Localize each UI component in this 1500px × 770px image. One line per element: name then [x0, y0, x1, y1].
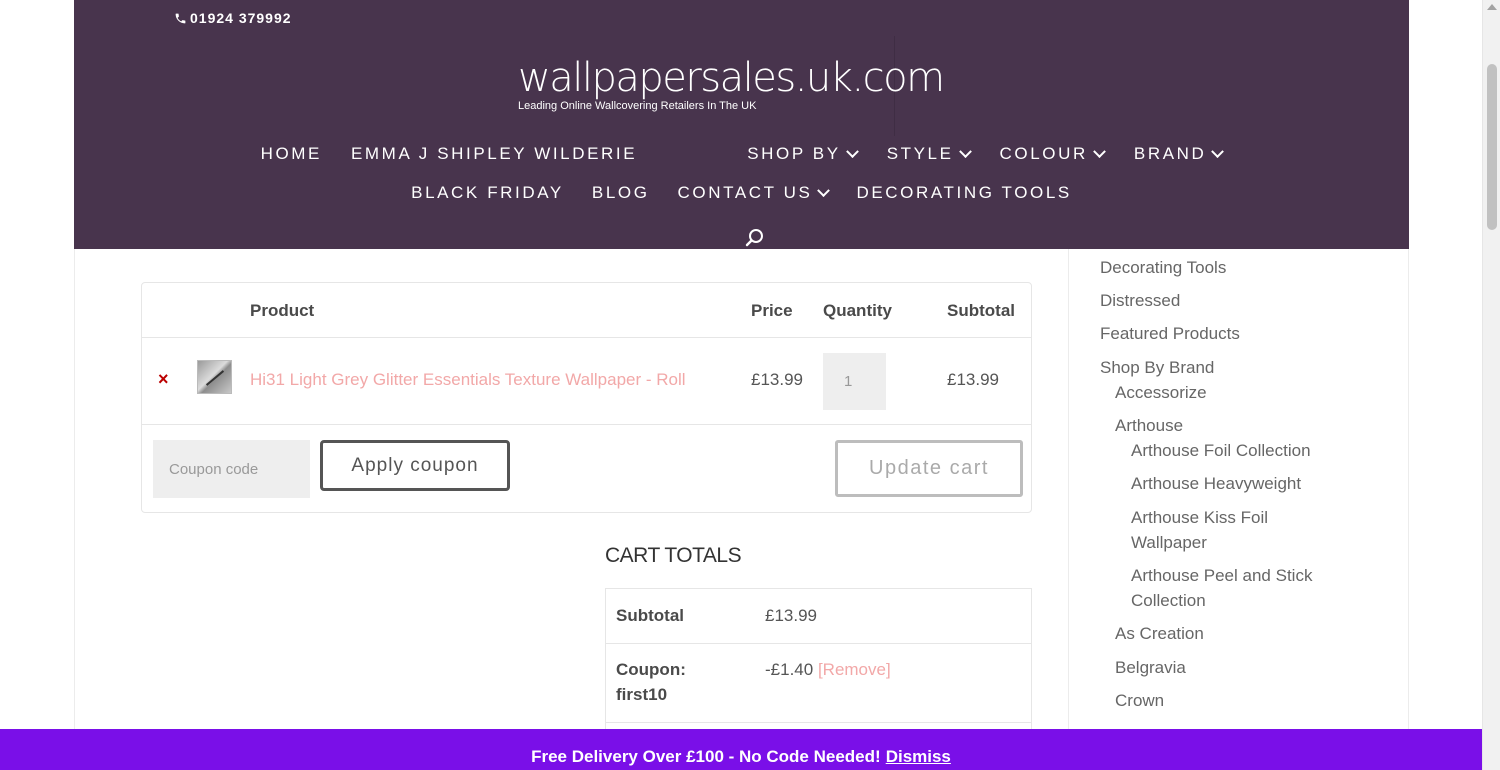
chevron-down-icon: [1093, 144, 1106, 158]
sidebar-item-decorating-tools[interactable]: Decorating Tools: [1100, 255, 1226, 280]
nav-brand[interactable]: BRAND: [1133, 144, 1225, 164]
nav-home[interactable]: HOME: [261, 144, 322, 164]
page-scrollbar[interactable]: [1482, 0, 1500, 770]
nav-label: SHOP BY: [747, 144, 841, 163]
free-delivery-banner: Free Delivery Over £100 - No Code Needed…: [0, 729, 1482, 770]
product-price: £13.99: [751, 370, 803, 389]
sidebar-divider: [1068, 249, 1069, 770]
coupon-label-text: Coupon:: [616, 660, 686, 679]
phone-number[interactable]: 01924 379992: [174, 10, 292, 26]
nav-label: DECORATING TOOLS: [856, 183, 1072, 202]
column-header-product: Product: [250, 301, 315, 320]
sidebar-item-as-creation[interactable]: As Creation: [1115, 621, 1204, 646]
nav-label: HOME: [260, 144, 322, 163]
chevron-down-icon: [1211, 144, 1225, 158]
sidebar-item-featured-products[interactable]: Featured Products: [1100, 321, 1240, 346]
product-name-link[interactable]: Hi31 Light Grey Glitter Essentials Textu…: [250, 370, 686, 390]
phone-text: 01924 379992: [190, 10, 292, 26]
product-subtotal: £13.99: [947, 370, 999, 389]
main-nav-row-2: BLACK FRIDAY BLOG CONTACT US DECORATING …: [74, 183, 1409, 203]
row-divider: [606, 643, 1031, 644]
remove-coupon-link[interactable]: [Remove]: [818, 660, 891, 679]
logo-wordmark: wallpapersales.uk.com: [518, 55, 945, 101]
quantity-input[interactable]: 1: [823, 353, 886, 410]
cart-totals-heading: CART TOTALS: [605, 544, 742, 567]
totals-coupon-label: Coupon: first10: [616, 657, 686, 707]
totals-coupon-value: -£1.40 [Remove]: [765, 660, 891, 680]
remove-item-button[interactable]: ×: [158, 369, 169, 390]
sidebar-item-arthouse[interactable]: Arthouse: [1115, 413, 1183, 438]
column-header-subtotal: Subtotal: [947, 301, 1015, 320]
sidebar-item-distressed[interactable]: Distressed: [1100, 288, 1180, 313]
nav-blog[interactable]: BLOG: [592, 183, 650, 203]
row-divider: [606, 722, 1031, 723]
nav-label: STYLE: [886, 144, 954, 163]
scroll-up-arrow-icon[interactable]: [1487, 4, 1497, 10]
nav-label: EMMA J SHIPLEY WILDERIE: [350, 144, 638, 163]
nav-label: CONTACT US: [677, 183, 813, 202]
search-icon[interactable]: [745, 228, 765, 248]
main-nav-row-1: HOME EMMA J SHIPLEY WILDERIE SHOP BY STY…: [74, 144, 1409, 164]
coupon-code-text: first10: [616, 685, 668, 704]
nav-black-friday[interactable]: BLACK FRIDAY: [411, 183, 564, 203]
totals-subtotal-value: £13.99: [765, 606, 817, 625]
nav-style[interactable]: STYLE: [886, 144, 972, 164]
column-header-price: Price: [751, 301, 793, 320]
nav-decorating-tools[interactable]: DECORATING TOOLS: [856, 183, 1071, 203]
sidebar-item-belgravia[interactable]: Belgravia: [1115, 655, 1186, 680]
totals-subtotal-label: Subtotal: [616, 606, 684, 625]
sidebar-item-label: Collection: [1131, 591, 1206, 610]
update-cart-button[interactable]: Update cart: [835, 440, 1023, 497]
column-header-quantity: Quantity: [823, 301, 892, 320]
nav-label: BLACK FRIDAY: [411, 183, 564, 202]
sidebar-item-label: Arthouse Kiss Foil: [1131, 508, 1268, 527]
banner-text: Free Delivery Over £100 - No Code Needed…: [531, 746, 881, 766]
nav-label: BLOG: [591, 183, 650, 202]
site-logo[interactable]: wallpapersales.uk.com Leading Online Wal…: [518, 52, 968, 112]
sidebar-item-crown[interactable]: Crown: [1115, 688, 1164, 713]
sidebar-item-label: Arthouse Peel and Stick: [1131, 566, 1313, 585]
sidebar-item-label: Wallpaper: [1131, 533, 1207, 552]
chevron-down-icon: [958, 144, 972, 158]
nav-shop-by[interactable]: SHOP BY: [747, 144, 859, 164]
cart-table: Product Price Quantity Subtotal × Hi31 L…: [141, 282, 1032, 513]
row-divider: [142, 424, 1031, 425]
nav-emma-j-shipley[interactable]: EMMA J SHIPLEY WILDERIE: [351, 144, 637, 164]
nav-label: BRAND: [1133, 144, 1207, 163]
apply-coupon-button[interactable]: Apply coupon: [320, 440, 510, 491]
dismiss-banner-link[interactable]: Dismiss: [886, 747, 951, 767]
scrollbar-thumb[interactable]: [1487, 64, 1497, 230]
chevron-down-icon: [817, 183, 831, 197]
phone-icon: [175, 13, 186, 23]
coupon-discount: -£1.40: [765, 660, 814, 679]
nav-contact-us[interactable]: CONTACT US: [677, 183, 831, 203]
nav-label: COLOUR: [999, 144, 1088, 163]
sidebar-item-arthouse-kiss-foil[interactable]: Arthouse Kiss Foil Wallpaper: [1131, 505, 1268, 555]
sidebar-item-arthouse-peel-stick[interactable]: Arthouse Peel and Stick Collection: [1131, 563, 1312, 613]
row-divider: [142, 337, 1031, 338]
sidebar-item-arthouse-heavyweight[interactable]: Arthouse Heavyweight: [1131, 471, 1301, 496]
site-header: 01924 379992 wallpapersales.uk.com Leadi…: [74, 0, 1409, 249]
product-thumbnail[interactable]: [197, 360, 232, 394]
page: 01924 379992 wallpapersales.uk.com Leadi…: [0, 0, 1500, 770]
sidebar-item-shop-by-brand[interactable]: Shop By Brand: [1100, 355, 1214, 380]
nav-colour[interactable]: COLOUR: [999, 144, 1106, 164]
coupon-code-input[interactable]: [153, 440, 310, 498]
chevron-down-icon: [845, 144, 859, 158]
sidebar-item-arthouse-foil[interactable]: Arthouse Foil Collection: [1131, 438, 1311, 463]
sidebar-item-accessorize[interactable]: Accessorize: [1115, 380, 1207, 405]
